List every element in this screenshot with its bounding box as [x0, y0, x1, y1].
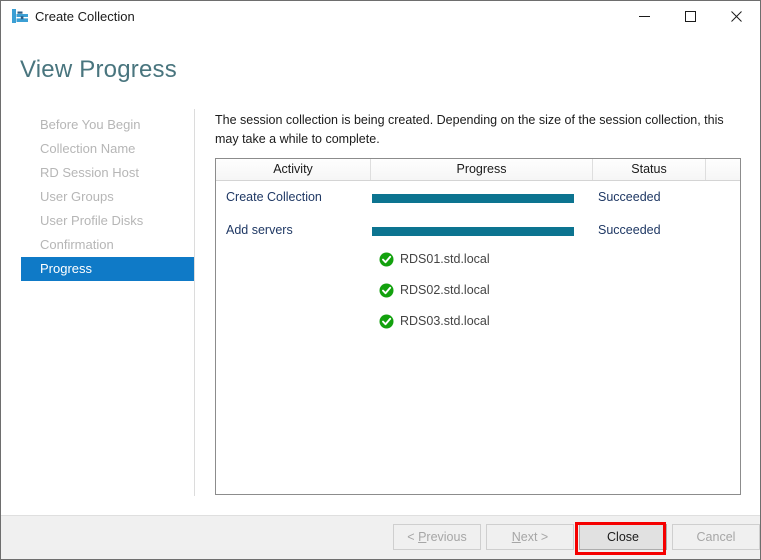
create-collection-window: Create Collection View Progress Before Y…: [0, 0, 761, 560]
status-label: Succeeded: [598, 190, 661, 204]
green-check-icon: [379, 283, 394, 298]
previous-button[interactable]: < Previous: [393, 524, 481, 550]
column-header-status[interactable]: Status: [593, 159, 706, 180]
status-label: Succeeded: [598, 223, 661, 237]
wizard-step-nav: Before You Begin Collection Name RD Sess…: [21, 113, 194, 281]
progress-bar: [372, 194, 574, 203]
sidebar-item-rd-session-host[interactable]: RD Session Host: [21, 161, 194, 185]
list-item[interactable]: RDS03.std.local: [216, 309, 740, 340]
server-name: RDS02.std.local: [400, 283, 490, 298]
column-header-progress[interactable]: Progress: [371, 159, 593, 180]
wizard-footer: < Previous Next > Close Cancel: [1, 515, 760, 559]
column-header-spacer[interactable]: [706, 159, 740, 180]
maximize-icon: [685, 11, 696, 22]
sidebar-item-progress[interactable]: Progress: [21, 257, 194, 281]
progress-table: Activity Progress Status Create Collecti…: [215, 158, 741, 495]
sidebar-divider: [194, 109, 195, 496]
progress-bar: [372, 227, 574, 236]
next-button[interactable]: Next >: [486, 524, 574, 550]
sidebar-item-confirmation[interactable]: Confirmation: [21, 233, 194, 257]
table-header-row: Activity Progress Status: [216, 159, 740, 181]
list-item[interactable]: RDS02.std.local: [216, 278, 740, 309]
window-title: Create Collection: [35, 8, 135, 25]
activity-label: Add servers: [226, 223, 293, 237]
table-row[interactable]: Add servers Succeeded: [216, 214, 740, 247]
page-title: View Progress: [20, 56, 177, 84]
sidebar-item-user-profile-disks[interactable]: User Profile Disks: [21, 209, 194, 233]
cancel-button[interactable]: Cancel: [672, 524, 760, 550]
close-icon: [731, 11, 742, 22]
sidebar-item-collection-name[interactable]: Collection Name: [21, 137, 194, 161]
server-name: RDS01.std.local: [400, 252, 490, 267]
sidebar-item-before-you-begin[interactable]: Before You Begin: [21, 113, 194, 137]
cancel-button-label: Cancel: [697, 530, 736, 544]
sidebar-item-user-groups[interactable]: User Groups: [21, 185, 194, 209]
maximize-button[interactable]: [667, 1, 713, 31]
close-button[interactable]: Close: [579, 524, 667, 550]
previous-button-label: < Previous: [407, 530, 466, 544]
green-check-icon: [379, 252, 394, 267]
close-window-button[interactable]: [713, 1, 759, 31]
server-name: RDS03.std.local: [400, 314, 490, 329]
green-check-icon: [379, 314, 394, 329]
list-item[interactable]: RDS01.std.local: [216, 247, 740, 278]
minimize-button[interactable]: [621, 1, 667, 31]
minimize-icon: [639, 11, 650, 22]
table-row[interactable]: Create Collection Succeeded: [216, 181, 740, 214]
collection-toolbox-icon: [11, 8, 29, 25]
page-description: The session collection is being created.…: [215, 111, 733, 149]
column-header-activity[interactable]: Activity: [216, 159, 371, 180]
close-button-label: Close: [607, 530, 639, 544]
activity-label: Create Collection: [226, 190, 322, 204]
next-button-label: Next >: [512, 530, 548, 544]
title-bar: Create Collection: [1, 1, 760, 33]
